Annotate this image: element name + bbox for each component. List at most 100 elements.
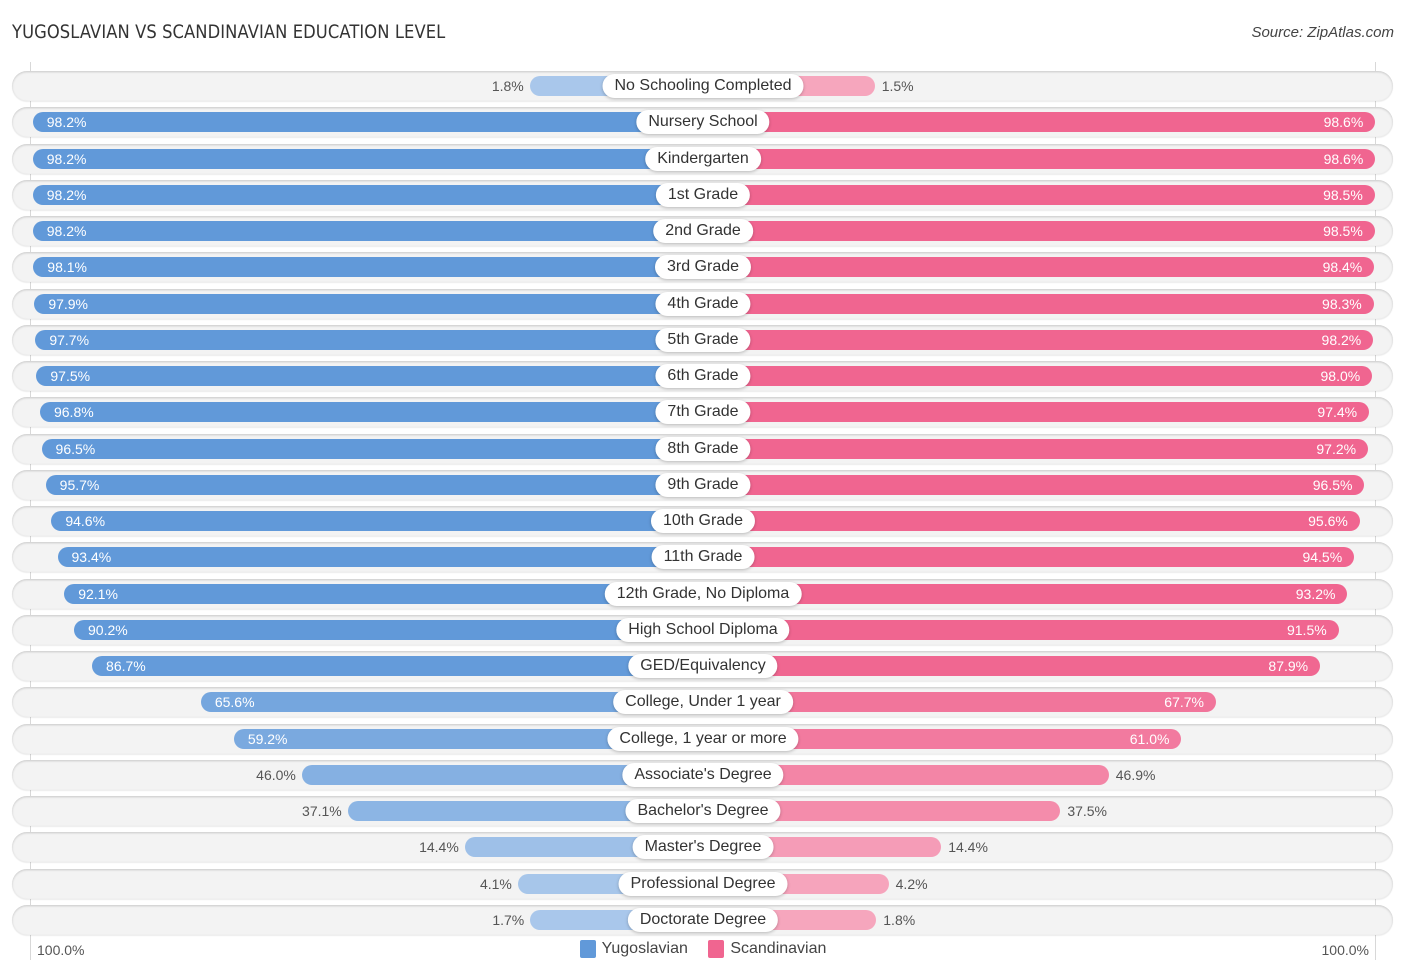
value-label-yugoslavian: 98.2% (46, 186, 87, 203)
bar-yugoslavian (92, 656, 703, 676)
bar-yugoslavian (51, 511, 703, 531)
category-label: 1st Grade (655, 182, 751, 207)
legend: Yugoslavian Scandinavian (0, 940, 1406, 963)
value-label-scandinavian: 61.0% (1129, 730, 1170, 747)
bar-yugoslavian (74, 619, 703, 640)
legend-label-yugoslavian: Yugoslavian (601, 940, 688, 957)
value-label-yugoslavian: 46.0% (256, 766, 296, 783)
value-label-yugoslavian: 94.6% (65, 513, 106, 529)
bar-yugoslavian (32, 184, 703, 205)
bar-scandinavian (703, 184, 1375, 205)
category-label: GED/Equivalency (628, 654, 778, 678)
bar-scandinavian (703, 547, 1355, 568)
category-label: 10th Grade (650, 509, 756, 533)
value-label-yugoslavian: 59.2% (247, 730, 288, 747)
category-label: 12th Grade, No Diploma (604, 581, 802, 606)
value-label-scandinavian: 98.5% (1323, 223, 1363, 239)
legend-label-scandinavian: Scandinavian (730, 940, 827, 957)
value-label-scandinavian: 1.5% (881, 78, 914, 94)
bar-scandinavian (703, 511, 1360, 531)
value-label-scandinavian: 46.9% (1115, 766, 1156, 783)
value-label-yugoslavian: 95.7% (59, 476, 100, 493)
bar-yugoslavian (35, 329, 703, 350)
value-label-scandinavian: 4.2% (895, 875, 928, 892)
value-label-scandinavian: 87.9% (1268, 658, 1309, 674)
category-label: Nursery School (636, 110, 770, 135)
category-label: Associate's Degree (622, 762, 784, 787)
value-label-scandinavian: 98.2% (1321, 331, 1362, 348)
category-label: 7th Grade (655, 400, 751, 425)
value-label-yugoslavian: 97.9% (48, 295, 89, 312)
value-label-yugoslavian: 14.4% (419, 839, 459, 856)
category-label: Master's Degree (632, 835, 774, 860)
bar-scandinavian (703, 474, 1365, 495)
bar-yugoslavian (32, 221, 703, 241)
category-label: High School Diploma (616, 617, 790, 642)
value-label-yugoslavian: 93.4% (71, 549, 112, 566)
value-label-scandinavian: 37.5% (1067, 803, 1108, 819)
value-label-scandinavian: 93.2% (1295, 585, 1336, 602)
bar-scandinavian (703, 329, 1374, 350)
value-label-scandinavian: 97.4% (1317, 404, 1358, 421)
value-label-scandinavian: 95.6% (1308, 513, 1348, 529)
value-label-yugoslavian: 92.1% (78, 585, 118, 602)
legend-item-scandinavian: Scandinavian (708, 940, 826, 958)
value-label-scandinavian: 98.4% (1322, 259, 1363, 276)
value-label-yugoslavian: 98.2% (46, 150, 87, 167)
value-label-yugoslavian: 90.2% (88, 621, 128, 638)
bar-yugoslavian (45, 474, 703, 495)
bar-scandinavian (703, 619, 1339, 640)
category-label: 3rd Grade (654, 255, 752, 280)
category-label: College, Under 1 year (613, 690, 793, 715)
value-label-scandinavian: 98.6% (1323, 150, 1364, 167)
bar-yugoslavian (32, 112, 703, 133)
value-label-yugoslavian: 98.1% (47, 259, 87, 276)
value-label-yugoslavian: 98.2% (46, 223, 87, 239)
category-label: 11th Grade (651, 545, 755, 570)
value-label-yugoslavian: 4.1% (479, 875, 512, 892)
value-label-scandinavian: 96.5% (1312, 476, 1353, 493)
category-label: Bachelor's Degree (625, 799, 781, 823)
value-label-yugoslavian: 37.1% (302, 803, 342, 819)
category-label: Doctorate Degree (627, 907, 779, 932)
bar-scandinavian (703, 148, 1376, 169)
value-label-scandinavian: 94.5% (1302, 549, 1343, 566)
value-label-yugoslavian: 1.7% (492, 911, 525, 928)
value-label-scandinavian: 98.3% (1322, 295, 1362, 312)
value-label-scandinavian: 1.8% (883, 911, 916, 928)
value-label-yugoslavian: 96.5% (55, 440, 96, 457)
bar-scandinavian (703, 438, 1369, 459)
category-label: Kindergarten (645, 146, 761, 171)
category-label: College, 1 year or more (607, 726, 799, 751)
bar-scandinavian (703, 366, 1373, 386)
category-label: Professional Degree (618, 871, 788, 896)
bar-scandinavian (703, 656, 1321, 676)
bar-scandinavian (703, 112, 1376, 133)
bar-yugoslavian (34, 293, 703, 314)
category-label: 4th Grade (655, 291, 751, 316)
bar-scandinavian (703, 221, 1375, 241)
value-label-scandinavian: 67.7% (1164, 694, 1204, 711)
value-label-scandinavian: 97.2% (1316, 440, 1357, 457)
value-label-yugoslavian: 96.8% (53, 404, 94, 421)
value-label-scandinavian: 98.6% (1323, 114, 1364, 131)
legend-item-yugoslavian: Yugoslavian (579, 940, 688, 958)
bar-yugoslavian (41, 438, 703, 459)
bar-yugoslavian (36, 366, 703, 386)
value-label-scandinavian: 98.5% (1323, 186, 1363, 203)
category-label: 8th Grade (655, 436, 751, 461)
value-label-yugoslavian: 65.6% (214, 694, 255, 711)
value-label-scandinavian: 91.5% (1286, 621, 1327, 638)
bar-scandinavian (703, 402, 1370, 423)
bar-scandinavian (703, 257, 1375, 278)
value-label-yugoslavian: 97.5% (50, 368, 91, 384)
chart-rows: 1.8% 1.5% No Schooling Completed 98.2% 98.6%… (0, 0, 1406, 975)
bar-scandinavian (703, 293, 1374, 314)
bar-yugoslavian (33, 257, 703, 278)
value-label-yugoslavian: 97.7% (49, 331, 90, 348)
bar-yugoslavian (32, 148, 703, 169)
legend-swatch-yugoslavian (579, 940, 596, 958)
category-label: 2nd Grade (653, 219, 753, 243)
value-label-yugoslavian: 86.7% (106, 658, 146, 674)
category-label: 6th Grade (655, 364, 751, 388)
